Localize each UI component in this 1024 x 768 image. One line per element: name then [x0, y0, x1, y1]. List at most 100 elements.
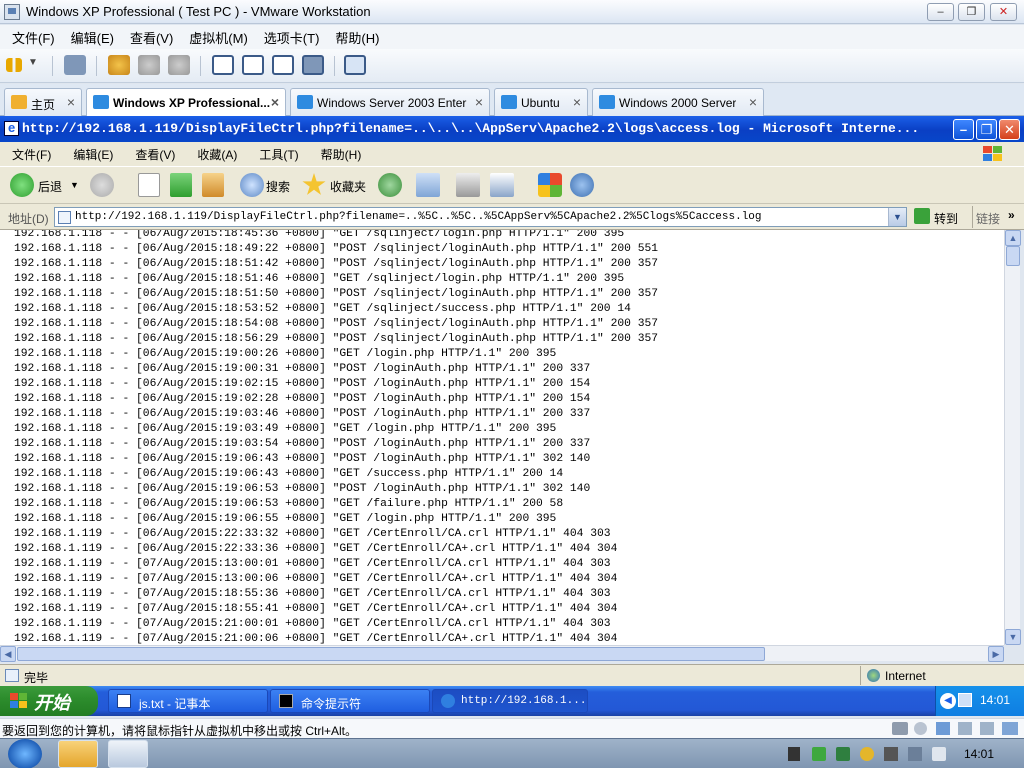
ie-menu-favorites[interactable]: 收藏(A)	[197, 146, 237, 163]
chevron-left-icon[interactable]: ◀	[940, 693, 956, 709]
tab-home[interactable]: 主页 ×	[4, 88, 82, 116]
shield-icon[interactable]	[836, 747, 850, 761]
vertical-scrollbar[interactable]: ▲ ▼	[1004, 230, 1021, 645]
vmware-menu-edit[interactable]: 编辑(E)	[71, 28, 114, 47]
globe-icon	[867, 669, 880, 682]
home-icon[interactable]	[202, 173, 224, 197]
go-arrow-icon[interactable]	[914, 208, 930, 224]
horizontal-scroll-thumb[interactable]	[17, 647, 765, 661]
usb-icon[interactable]	[958, 722, 972, 735]
scroll-right-icon[interactable]: ▶	[988, 646, 1004, 662]
vmware-restore-button[interactable]: ❐	[958, 3, 985, 21]
search-label[interactable]: 搜索	[266, 178, 290, 195]
go-button[interactable]: 转到	[934, 210, 958, 227]
messenger-icon[interactable]	[538, 173, 562, 197]
tab-label: Windows XP Professional...	[113, 96, 271, 110]
stop-icon[interactable]	[138, 173, 160, 197]
snapshot-manager-icon[interactable]	[168, 55, 190, 75]
ie-menu-tools[interactable]: 工具(T)	[259, 146, 298, 163]
tray-green-icon[interactable]	[812, 747, 826, 761]
scroll-left-icon[interactable]: ◀	[0, 646, 16, 662]
log-line: 192.168.1.118 - - [06/Aug/2015:18:51:46 …	[14, 273, 625, 285]
network-tray-icon[interactable]	[958, 693, 972, 707]
close-icon[interactable]: ×	[271, 94, 279, 110]
cd-icon[interactable]	[914, 722, 927, 735]
vmware-minimize-button[interactable]: –	[927, 3, 954, 21]
back-arrow-icon[interactable]	[10, 173, 34, 197]
taskbar-item-label: 命令提示符	[301, 697, 362, 711]
close-icon[interactable]: ×	[749, 94, 757, 110]
hint-text: 要返回到您的计算机，请将鼠标指针从虚拟机中移出或按 Ctrl+Alt。	[2, 724, 358, 738]
links-button[interactable]: 链接	[976, 210, 1000, 227]
favorites-star-icon[interactable]	[302, 173, 326, 195]
hdd-icon[interactable]	[892, 722, 908, 735]
vmware-hint-bar: 要返回到您的计算机，请将鼠标指针从虚拟机中移出或按 Ctrl+Alt。	[0, 718, 1024, 738]
vmware-taskbar-icon[interactable]	[108, 740, 148, 768]
snapshot-icon[interactable]	[108, 55, 130, 75]
taskbar-item-notepad[interactable]: js.txt - 记事本	[108, 689, 268, 713]
mail-icon[interactable]	[416, 173, 440, 197]
vmware-menu-file[interactable]: 文件(F)	[12, 28, 55, 47]
close-icon[interactable]: ×	[67, 94, 75, 110]
edit-icon[interactable]	[490, 173, 514, 197]
vmware-close-button[interactable]: ✕	[990, 3, 1017, 21]
network-icon[interactable]	[64, 55, 86, 75]
vertical-scroll-thumb[interactable]	[1006, 246, 1020, 266]
address-dropdown-icon[interactable]: ▼	[888, 208, 906, 226]
favorites-label[interactable]: 收藏夹	[330, 178, 366, 195]
forward-arrow-icon[interactable]	[90, 173, 114, 197]
vmware-menu-tabs[interactable]: 选项卡(T)	[264, 28, 320, 47]
ie-close-button[interactable]: ✕	[999, 119, 1020, 140]
close-icon[interactable]: ×	[475, 94, 483, 110]
tray-app-icon[interactable]	[788, 747, 800, 761]
chevron-right-icon[interactable]: »	[1008, 208, 1015, 222]
console-view-icon[interactable]	[242, 55, 264, 75]
revert-snapshot-icon[interactable]	[138, 55, 160, 75]
search-icon[interactable]	[240, 173, 264, 197]
taskbar-item-ie[interactable]: http://192.168.1...	[432, 689, 588, 713]
ie-status-bar: 完毕 Internet	[0, 664, 1024, 686]
start-button[interactable]: 开始	[0, 686, 98, 716]
print-icon[interactable]	[456, 173, 480, 197]
pause-icon[interactable]	[6, 58, 22, 72]
refresh-icon[interactable]	[170, 173, 192, 197]
dropdown-arrow-icon[interactable]: ▼	[28, 57, 42, 71]
sidebar-view-icon[interactable]	[212, 55, 234, 75]
tab-windows-server-2003[interactable]: Windows Server 2003 Enterpr... ×	[290, 88, 490, 116]
close-icon[interactable]: ×	[573, 94, 581, 110]
scroll-down-icon[interactable]: ▼	[1005, 629, 1021, 645]
tray-device-icon[interactable]	[884, 747, 898, 761]
taskbar-item-cmd[interactable]: 命令提示符	[270, 689, 430, 713]
back-dropdown-icon[interactable]: ▼	[70, 180, 79, 190]
ie-menu-help[interactable]: 帮助(H)	[321, 146, 362, 163]
tab-ubuntu[interactable]: Ubuntu ×	[494, 88, 588, 116]
ie-menu-file[interactable]: 文件(F)	[12, 146, 51, 163]
ie-menu-view[interactable]: 查看(V)	[135, 146, 175, 163]
unity-icon[interactable]	[302, 55, 324, 75]
contacts-icon[interactable]	[570, 173, 594, 197]
network-adapter-icon[interactable]	[936, 722, 950, 735]
horizontal-scrollbar[interactable]: ◀ ▶	[0, 645, 1004, 662]
explorer-taskbar-icon[interactable]	[58, 740, 98, 768]
tab-windows-xp[interactable]: Windows XP Professional... ×	[86, 88, 286, 117]
vmware-menu-help[interactable]: 帮助(H)	[335, 28, 379, 47]
scroll-up-icon[interactable]: ▲	[1005, 230, 1021, 246]
library-icon[interactable]	[344, 55, 366, 75]
tray-network-icon[interactable]	[908, 747, 922, 761]
vmware-menu-vm[interactable]: 虚拟机(M)	[189, 28, 248, 47]
history-icon[interactable]	[378, 173, 402, 197]
sound-icon[interactable]	[980, 722, 994, 735]
ie-minimize-button[interactable]: –	[953, 119, 974, 140]
speaker-icon[interactable]	[932, 747, 946, 761]
message-icon[interactable]	[1002, 722, 1018, 735]
vmware-menu-view[interactable]: 查看(V)	[130, 28, 173, 47]
ie-restore-button[interactable]: ❐	[976, 119, 997, 140]
host-start-orb-icon[interactable]	[8, 739, 42, 768]
tab-windows-2000[interactable]: Windows 2000 Server ×	[592, 88, 764, 116]
back-label[interactable]: 后退	[38, 178, 62, 195]
address-input[interactable]: http://192.168.1.119/DisplayFileCtrl.php…	[54, 207, 907, 227]
fullscreen-icon[interactable]	[272, 55, 294, 75]
log-line: 192.168.1.118 - - [06/Aug/2015:19:03:49 …	[14, 423, 557, 435]
ie-menu-edit[interactable]: 编辑(E)	[73, 146, 113, 163]
tray-yellow-icon[interactable]	[860, 747, 874, 761]
